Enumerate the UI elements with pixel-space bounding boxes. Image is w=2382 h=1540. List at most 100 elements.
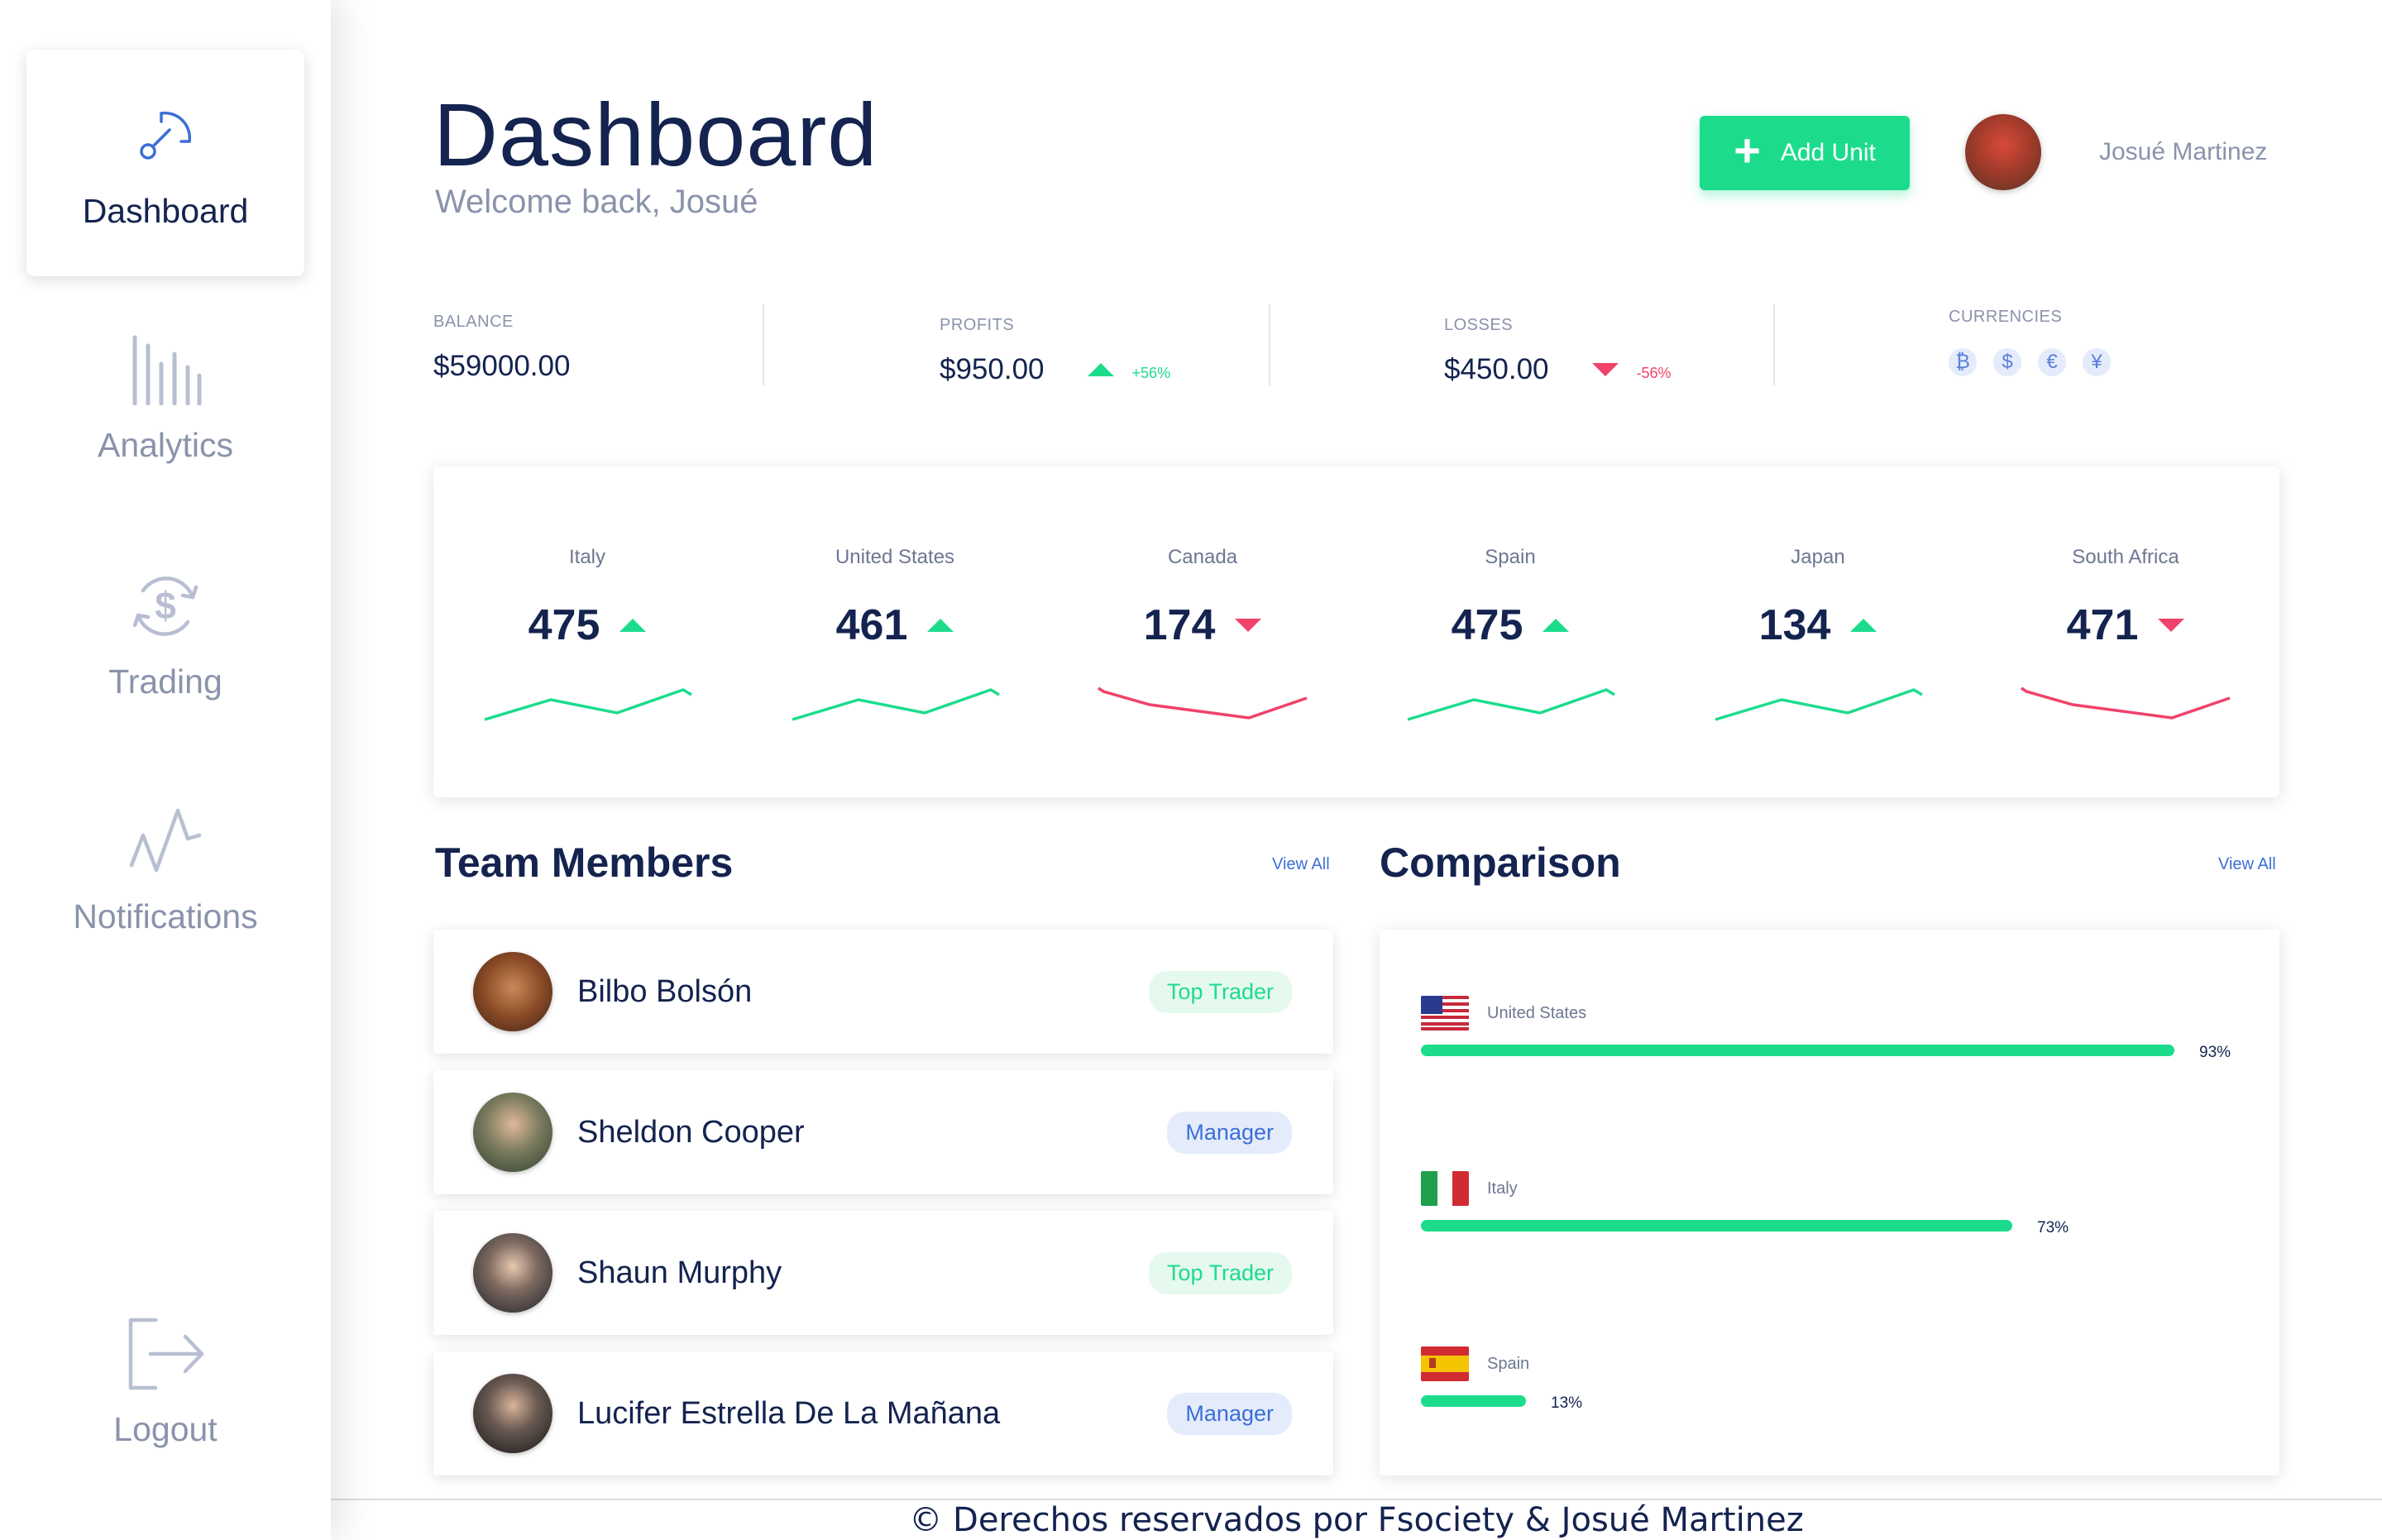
role-badge: Top Trader <box>1148 970 1292 1013</box>
team-member-row[interactable]: Bilbo Bolsón Top Trader <box>433 930 1333 1054</box>
trend-up-icon <box>1087 363 1114 376</box>
trend-up-icon <box>1850 619 1877 632</box>
profits-value: $950.00 <box>940 353 1045 385</box>
team-view-all-link[interactable]: View All <box>1272 855 1330 874</box>
country-name: Canada <box>1167 546 1238 568</box>
svg-text:$: $ <box>155 584 176 627</box>
value-text: 471 <box>2066 601 2139 649</box>
footer-copyright: © Derechos reservados por Fsociety & Jos… <box>909 1501 1804 1539</box>
team-member-row[interactable]: Sheldon Cooper Manager <box>433 1070 1333 1194</box>
stat-value: $59000.00 <box>433 350 570 383</box>
yen-icon[interactable]: ¥ <box>2083 348 2111 376</box>
sidebar-item-label: Analytics <box>97 425 234 464</box>
main-content: Dashboard Welcome back, Josué + Add Unit… <box>331 0 2382 1540</box>
country-item-italy[interactable]: Italy 475 <box>463 546 711 728</box>
stat-value: $450.00 -56% <box>1444 353 1672 386</box>
sidebar-item-trading[interactable]: $ Trading <box>26 551 304 716</box>
role-badge: Manager <box>1167 1392 1292 1435</box>
country-value: 475 <box>1452 600 1570 650</box>
country-name: South Africa <box>2072 546 2179 568</box>
comparison-row-united-states: United States 93% <box>1421 996 2240 1062</box>
value-text: 134 <box>1758 601 1831 649</box>
trend-up-icon <box>619 619 647 632</box>
comparison-row-spain: Spain 13% <box>1421 1346 2240 1413</box>
divider <box>1773 304 1775 385</box>
trend-down-icon <box>2158 619 2185 632</box>
stat-balance: BALANCE $59000.00 <box>433 313 570 395</box>
comparison-country: United States <box>1487 1003 1587 1022</box>
member-name: Lucifer Estrella De La Mañana <box>577 1395 1001 1431</box>
divider <box>1269 304 1270 385</box>
sidebar: Dashboard Analytics $ Trading Notificati… <box>0 0 331 1540</box>
sparkline-up <box>792 688 1000 721</box>
avatar <box>473 1374 552 1453</box>
sidebar-item-label: Notifications <box>73 897 258 935</box>
comparison-bar <box>1421 1045 2174 1056</box>
comparison-bar <box>1421 1220 2012 1232</box>
team-members-title: Team Members <box>435 839 734 886</box>
sidebar-item-dashboard[interactable]: Dashboard <box>26 50 304 276</box>
divider <box>763 304 764 385</box>
sidebar-item-label: Dashboard <box>82 191 249 230</box>
member-name: Shaun Murphy <box>577 1255 782 1290</box>
sidebar-item-analytics[interactable]: Analytics <box>26 314 304 480</box>
sidebar-item-notifications[interactable]: Notifications <box>26 786 304 951</box>
stat-profits: PROFITS $950.00 +56% <box>940 316 1170 399</box>
country-item-south-africa[interactable]: South Africa 471 <box>2002 546 2250 728</box>
country-value: 174 <box>1144 600 1262 650</box>
value-text: 174 <box>1143 601 1216 649</box>
role-badge: Top Trader <box>1148 1251 1292 1294</box>
country-name: United States <box>835 546 955 568</box>
logout-button[interactable]: Logout <box>26 1298 304 1464</box>
sparkline-up <box>1715 688 1923 721</box>
add-unit-button[interactable]: + Add Unit <box>1700 116 1910 190</box>
avatar <box>473 1233 552 1313</box>
country-stats-card: Italy 475 United States 461 Canada 174 S… <box>433 466 2279 797</box>
avatar[interactable] <box>1965 114 2041 190</box>
comparison-view-all-link[interactable]: View All <box>2218 855 2276 874</box>
balance-value: $59000.00 <box>433 350 571 382</box>
stat-label: LOSSES <box>1444 316 1514 334</box>
team-member-row[interactable]: Lucifer Estrella De La Mañana Manager <box>433 1351 1333 1475</box>
country-name: Spain <box>1485 546 1536 568</box>
page-title: Dashboard <box>433 84 878 184</box>
us-flag-icon <box>1421 996 1469 1031</box>
country-item-united-states[interactable]: United States 461 <box>771 546 1019 728</box>
trend-down-icon <box>1235 619 1262 632</box>
country-name: Italy <box>568 546 605 568</box>
user-name[interactable]: Josué Martinez <box>2099 138 2267 166</box>
bitcoin-icon[interactable]: ₿ <box>1949 348 1977 376</box>
euro-icon[interactable]: € <box>2038 348 2066 376</box>
sidebar-item-label: Trading <box>108 662 222 701</box>
sparkline-down <box>1098 686 1308 720</box>
member-name: Sheldon Cooper <box>577 1114 805 1150</box>
comparison-row-italy: Italy 73% <box>1421 1171 2240 1237</box>
country-value: 471 <box>2067 600 2185 650</box>
role-badge: Manager <box>1167 1111 1292 1154</box>
country-item-canada[interactable]: Canada 174 <box>1079 546 1327 728</box>
comparison-card: United States 93% Italy 73% Spain 13% <box>1380 930 2279 1475</box>
comparison-percent: 73% <box>2037 1219 2069 1236</box>
currency-list: ₿ $ € ¥ <box>1949 348 2111 376</box>
sparkline-up <box>1407 688 1615 721</box>
italy-flag-icon <box>1421 1171 1469 1206</box>
page-subtitle: Welcome back, Josué <box>435 184 758 220</box>
dollar-icon[interactable]: $ <box>1993 348 2021 376</box>
country-item-japan[interactable]: Japan 134 <box>1694 546 1942 728</box>
activity-icon <box>126 801 205 881</box>
country-value: 475 <box>529 600 647 650</box>
sparkline-down <box>2021 686 2231 720</box>
gauge-icon <box>126 96 205 175</box>
plus-icon: + <box>1734 124 1761 176</box>
spain-flag-icon <box>1421 1346 1469 1381</box>
country-item-spain[interactable]: Spain 475 <box>1386 546 1634 728</box>
value-text: 475 <box>528 601 600 649</box>
dollar-exchange-icon: $ <box>126 567 205 646</box>
avatar <box>473 1093 552 1172</box>
country-name: Japan <box>1791 546 1845 568</box>
losses-change: -56% <box>1636 364 1672 381</box>
value-text: 475 <box>1451 601 1523 649</box>
team-member-row[interactable]: Shaun Murphy Top Trader <box>433 1211 1333 1335</box>
stat-label: BALANCE <box>433 313 514 331</box>
comparison-title: Comparison <box>1380 839 1621 886</box>
